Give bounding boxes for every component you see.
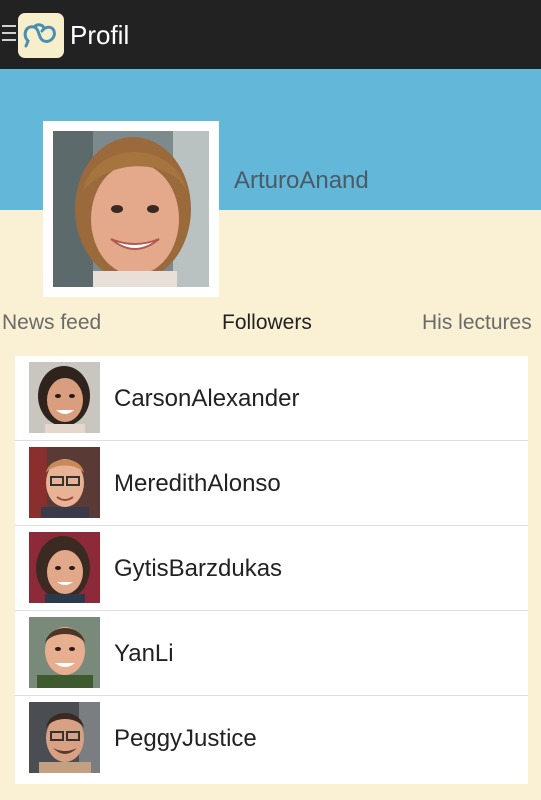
profile-username: ArturoAnand [234,167,369,194]
follower-row[interactable]: MeredithAlonso [15,441,528,526]
follower-row[interactable]: GytisBarzdukas [15,526,528,611]
menu-icon[interactable] [2,25,16,45]
app-logo-icon[interactable] [18,13,64,58]
avatar [29,532,100,603]
follower-name: PeggyJustice [114,725,257,752]
follower-name: CarsonAlexander [114,385,300,412]
avatar [29,362,100,433]
follower-name: MeredithAlonso [114,470,281,497]
follower-row[interactable]: CarsonAlexander [15,356,528,441]
page-title: Profil [70,20,130,50]
app-bar: Profil [0,0,541,69]
follower-row[interactable]: PeggyJustice [15,696,528,781]
tab-his-lectures[interactable]: His lectures [422,311,532,335]
followers-list: CarsonAlexander MeredithAlonso GytisBarz… [15,356,528,784]
tab-news-feed[interactable]: News feed [2,311,101,335]
tab-followers[interactable]: Followers [222,311,312,335]
avatar [29,617,100,688]
avatar [29,447,100,518]
follower-name: GytisBarzdukas [114,555,283,582]
follower-name: YanLi [114,640,174,667]
avatar [29,702,100,773]
follower-row[interactable]: YanLi [15,611,528,696]
profile-avatar[interactable] [43,121,219,297]
